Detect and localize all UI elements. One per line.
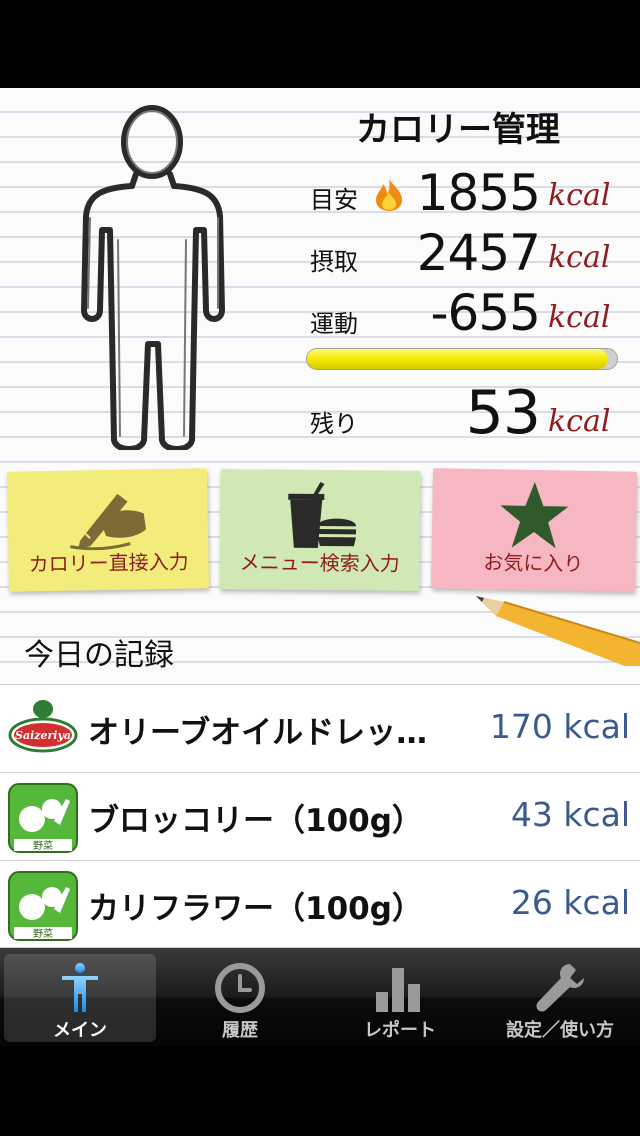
body-silhouette bbox=[81, 105, 225, 450]
remaining-value: 53 bbox=[465, 378, 541, 448]
saizeriya-logo-text: Saizeriya bbox=[15, 729, 71, 742]
vegetable-icon-text: 野菜 bbox=[33, 840, 53, 852]
record-row[interactable]: 野菜 ブロッコリー（100g） 43 kcal bbox=[0, 772, 640, 860]
clock-icon bbox=[215, 963, 265, 1013]
favorites-label: お気に入り bbox=[483, 550, 584, 576]
bar-chart-icon bbox=[376, 968, 420, 1012]
status-bar bbox=[0, 0, 640, 88]
pen-hand-icon bbox=[70, 493, 146, 551]
tab-main-label: メイン bbox=[53, 1020, 107, 1041]
remaining-label: 残り bbox=[310, 410, 358, 438]
star-icon bbox=[500, 482, 569, 549]
exercise-unit: kcal bbox=[548, 300, 611, 335]
record-list: Saizeriya オリーブオイルドレッ… 170 kcal 野菜 ブロッコリー… bbox=[0, 684, 640, 948]
fast-food-icon bbox=[288, 482, 357, 548]
vegetable-icon: 野菜 bbox=[8, 871, 78, 941]
pencil-decoration bbox=[476, 596, 640, 666]
record-row[interactable]: 野菜 カリフラワー（100g） 26 kcal bbox=[0, 860, 640, 948]
intake-value: 2457 bbox=[416, 224, 541, 282]
direct-input-button[interactable]: カロリー直接入力 bbox=[6, 468, 210, 592]
tab-report[interactable]: レポート bbox=[324, 954, 476, 1042]
tab-history[interactable]: 履歴 bbox=[164, 954, 316, 1042]
today-records-heading: 今日の記録 bbox=[24, 638, 174, 673]
tab-main[interactable]: メイン bbox=[4, 954, 156, 1042]
record-row[interactable]: Saizeriya オリーブオイルドレッ… 170 kcal bbox=[0, 684, 640, 772]
intake-label: 摂取 bbox=[310, 248, 358, 276]
menu-search-label: メニュー検索入力 bbox=[239, 550, 400, 576]
tab-report-label: レポート bbox=[364, 1020, 436, 1041]
direct-input-label: カロリー直接入力 bbox=[28, 549, 189, 577]
exercise-value: -655 bbox=[430, 284, 541, 342]
record-kcal: 26 kcal bbox=[510, 883, 630, 922]
tab-settings[interactable]: 設定／使い方 bbox=[484, 954, 636, 1042]
tab-history-label: 履歴 bbox=[222, 1020, 258, 1041]
wrench-icon bbox=[536, 964, 584, 1012]
menu-search-button[interactable]: メニュー検索入力 bbox=[219, 469, 421, 591]
remaining-unit: kcal bbox=[548, 404, 611, 439]
record-name: オリーブオイルドレッ… bbox=[88, 715, 428, 751]
record-kcal: 170 kcal bbox=[489, 707, 630, 746]
calorie-progress-bar bbox=[306, 348, 618, 370]
tab-bar: メイン 履歴 レポート 設定／使い方 bbox=[0, 948, 640, 1046]
target-value: 1855 bbox=[416, 164, 541, 222]
tab-settings-label: 設定／使い方 bbox=[506, 1020, 614, 1041]
record-kcal: 43 kcal bbox=[510, 795, 630, 834]
favorites-button[interactable]: お気に入り bbox=[430, 468, 638, 592]
vegetable-icon: 野菜 bbox=[8, 783, 78, 853]
summary-panel: カロリー管理 目安 1855 kcal 摂取 2457 kcal 運動 -655… bbox=[0, 88, 640, 688]
vegetable-icon-text: 野菜 bbox=[33, 928, 53, 940]
target-label: 目安 bbox=[310, 186, 358, 214]
record-name: ブロッコリー（100g） bbox=[88, 803, 423, 839]
person-icon bbox=[62, 963, 98, 1012]
saizeriya-logo: Saizeriya bbox=[8, 695, 78, 765]
flame-icon bbox=[376, 178, 402, 211]
record-name: カリフラワー（100g） bbox=[88, 891, 423, 927]
calorie-progress-fill bbox=[307, 349, 608, 369]
intake-unit: kcal bbox=[548, 240, 611, 275]
exercise-label: 運動 bbox=[310, 310, 358, 338]
app-title: カロリー管理 bbox=[356, 110, 560, 150]
target-unit: kcal bbox=[548, 178, 611, 213]
